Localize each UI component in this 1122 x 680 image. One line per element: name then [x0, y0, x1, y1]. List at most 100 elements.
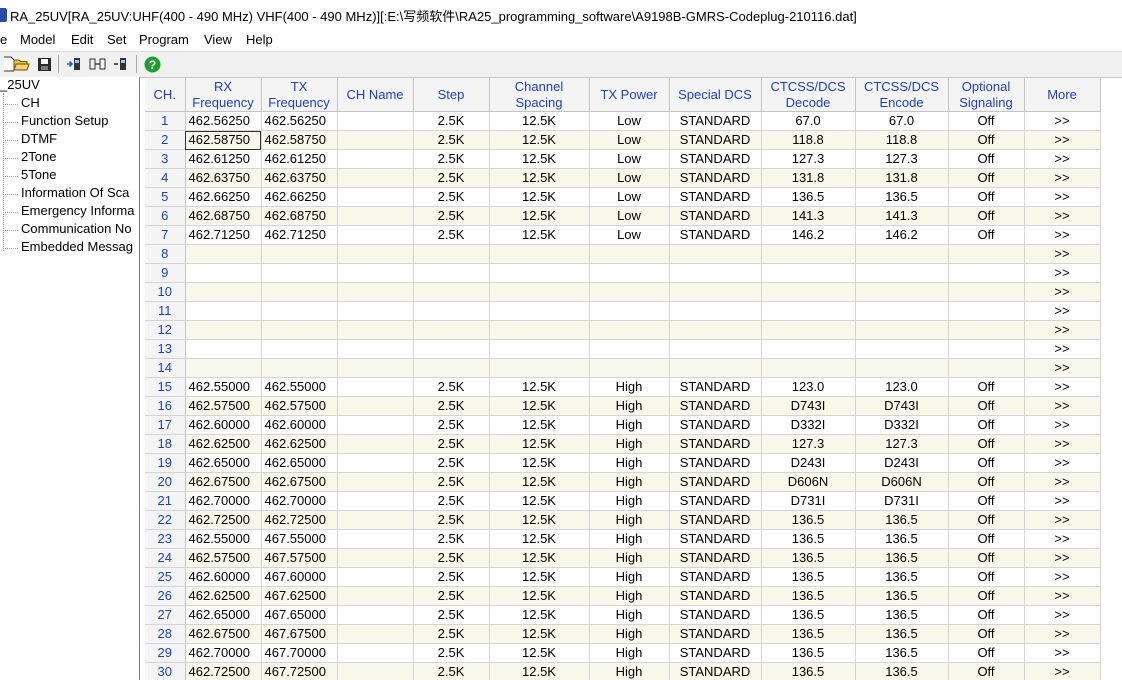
tx-frequency-cell[interactable]: [261, 339, 338, 359]
ch-cell[interactable]: 30: [145, 662, 186, 680]
decode-cell[interactable]: 136.5: [761, 643, 856, 663]
special-dcs-cell[interactable]: STANDARD: [669, 396, 762, 416]
special-dcs-cell[interactable]: STANDARD: [669, 111, 762, 131]
channel-spacing-cell[interactable]: 12.5K: [489, 187, 590, 207]
more-cell[interactable]: >>: [1024, 225, 1101, 245]
more-cell[interactable]: >>: [1024, 529, 1101, 549]
tx-frequency-cell[interactable]: 462.60000: [261, 415, 338, 435]
step-cell[interactable]: [413, 282, 490, 302]
table-row[interactable]: 24 462.57500 467.57500 2.5K 12.5K High STANDAR…: [145, 548, 1101, 568]
encode-cell[interactable]: 136.5: [855, 643, 949, 663]
tree-root[interactable]: _25UV: [0, 77, 40, 92]
column-header-tx-power[interactable]: TX Power: [589, 78, 670, 112]
menu-edit[interactable]: Edit: [71, 32, 93, 47]
table-row[interactable]: 20 462.67500 462.67500 2.5K 12.5K High STANDAR…: [145, 472, 1101, 492]
encode-cell[interactable]: [855, 244, 949, 264]
step-cell[interactable]: [413, 244, 490, 264]
step-cell[interactable]: 2.5K: [413, 453, 490, 473]
ch-name-cell[interactable]: [337, 187, 414, 207]
special-dcs-cell[interactable]: STANDARD: [669, 529, 762, 549]
ch-name-cell[interactable]: [337, 491, 414, 511]
ch-cell[interactable]: 13: [145, 339, 186, 359]
table-row[interactable]: 10 >>: [145, 282, 1101, 302]
encode-cell[interactable]: [855, 282, 949, 302]
tx-frequency-cell[interactable]: 462.55000: [261, 377, 338, 397]
more-cell[interactable]: >>: [1024, 206, 1101, 226]
ch-cell[interactable]: 7: [145, 225, 186, 245]
decode-cell[interactable]: [761, 282, 856, 302]
ch-cell[interactable]: 6: [145, 206, 186, 226]
column-header-channel-spacing[interactable]: Channel Spacing: [489, 78, 590, 112]
ch-name-cell[interactable]: [337, 168, 414, 188]
channel-spacing-cell[interactable]: 12.5K: [489, 149, 590, 169]
signaling-cell[interactable]: Off: [948, 377, 1025, 397]
table-row[interactable]: 25 462.60000 467.60000 2.5K 12.5K High STANDAR…: [145, 567, 1101, 587]
special-dcs-cell[interactable]: [669, 358, 762, 378]
channel-spacing-cell[interactable]: 12.5K: [489, 643, 590, 663]
decode-cell[interactable]: D743I: [761, 396, 856, 416]
more-cell[interactable]: >>: [1024, 567, 1101, 587]
decode-cell[interactable]: [761, 244, 856, 264]
menu-file[interactable]: e: [0, 32, 7, 47]
tx-power-cell[interactable]: [589, 301, 670, 321]
rx-frequency-cell[interactable]: 462.65000: [185, 453, 262, 473]
rx-frequency-cell[interactable]: 462.65000: [185, 605, 262, 625]
ch-name-cell[interactable]: [337, 605, 414, 625]
decode-cell[interactable]: 67.0: [761, 111, 856, 131]
special-dcs-cell[interactable]: STANDARD: [669, 643, 762, 663]
ch-name-cell[interactable]: [337, 548, 414, 568]
more-cell[interactable]: >>: [1024, 187, 1101, 207]
encode-cell[interactable]: 136.5: [855, 187, 949, 207]
rx-frequency-cell[interactable]: 462.72500: [185, 662, 262, 680]
rx-frequency-cell[interactable]: [185, 320, 262, 340]
channel-spacing-cell[interactable]: 12.5K: [489, 111, 590, 131]
tx-power-cell[interactable]: High: [589, 529, 670, 549]
special-dcs-cell[interactable]: STANDARD: [669, 168, 762, 188]
table-row[interactable]: 26 462.62500 467.62500 2.5K 12.5K High STANDAR…: [145, 586, 1101, 606]
tx-frequency-cell[interactable]: 462.56250: [261, 111, 338, 131]
rx-frequency-cell[interactable]: 462.71250: [185, 225, 262, 245]
more-cell[interactable]: >>: [1024, 111, 1101, 131]
menu-model[interactable]: Model: [20, 32, 55, 47]
table-row[interactable]: 12 >>: [145, 320, 1101, 340]
device-icon[interactable]: [112, 55, 130, 73]
ch-name-cell[interactable]: [337, 339, 414, 359]
decode-cell[interactable]: 141.3: [761, 206, 856, 226]
signaling-cell[interactable]: [948, 244, 1025, 264]
channel-spacing-cell[interactable]: [489, 301, 590, 321]
column-header-rx-frequency[interactable]: RX Frequency: [185, 78, 262, 112]
tx-frequency-cell[interactable]: [261, 263, 338, 283]
decode-cell[interactable]: 136.5: [761, 605, 856, 625]
rx-frequency-cell[interactable]: 462.58750: [185, 130, 262, 150]
table-row[interactable]: 17 462.60000 462.60000 2.5K 12.5K High STANDAR…: [145, 415, 1101, 435]
rx-frequency-cell[interactable]: 462.61250: [185, 149, 262, 169]
table-row[interactable]: 23 462.55000 467.55000 2.5K 12.5K High STANDAR…: [145, 529, 1101, 549]
special-dcs-cell[interactable]: [669, 339, 762, 359]
more-cell[interactable]: >>: [1024, 434, 1101, 454]
step-cell[interactable]: 2.5K: [413, 225, 490, 245]
tx-power-cell[interactable]: [589, 339, 670, 359]
ch-cell[interactable]: 20: [145, 472, 186, 492]
tx-power-cell[interactable]: High: [589, 605, 670, 625]
ch-cell[interactable]: 21: [145, 491, 186, 511]
step-cell[interactable]: 2.5K: [413, 396, 490, 416]
tx-power-cell[interactable]: Low: [589, 130, 670, 150]
rx-frequency-cell[interactable]: 462.70000: [185, 491, 262, 511]
tx-frequency-cell[interactable]: [261, 282, 338, 302]
signaling-cell[interactable]: Off: [948, 548, 1025, 568]
more-cell[interactable]: >>: [1024, 168, 1101, 188]
rx-frequency-cell[interactable]: 462.72500: [185, 510, 262, 530]
table-row[interactable]: 2 462.58750 462.58750 2.5K 12.5K Low STANDARD 1…: [145, 130, 1101, 150]
channel-spacing-cell[interactable]: 12.5K: [489, 548, 590, 568]
tx-power-cell[interactable]: High: [589, 586, 670, 606]
tx-frequency-cell[interactable]: 467.60000: [261, 567, 338, 587]
table-row[interactable]: 1 462.56250 462.56250 2.5K 12.5K Low STANDARD 6…: [145, 111, 1101, 131]
encode-cell[interactable]: 131.8: [855, 168, 949, 188]
table-row[interactable]: 21 462.70000 462.70000 2.5K 12.5K High STANDAR…: [145, 491, 1101, 511]
signaling-cell[interactable]: Off: [948, 187, 1025, 207]
ch-cell[interactable]: 18: [145, 434, 186, 454]
channel-spacing-cell[interactable]: 12.5K: [489, 206, 590, 226]
menu-help[interactable]: Help: [246, 32, 273, 47]
ch-name-cell[interactable]: [337, 301, 414, 321]
tx-frequency-cell[interactable]: 462.72500: [261, 510, 338, 530]
